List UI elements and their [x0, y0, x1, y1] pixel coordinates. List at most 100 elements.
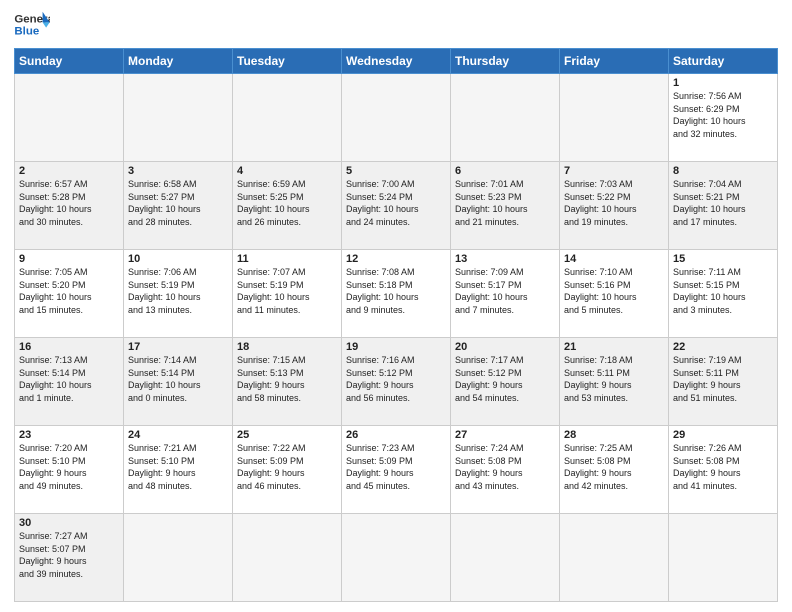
calendar-week-row: 23Sunrise: 7:20 AM Sunset: 5:10 PM Dayli… — [15, 426, 778, 514]
day-number: 17 — [128, 341, 228, 353]
day-info: Sunrise: 7:00 AM Sunset: 5:24 PM Dayligh… — [346, 178, 446, 228]
calendar-week-row: 1Sunrise: 7:56 AM Sunset: 6:29 PM Daylig… — [15, 74, 778, 162]
calendar-cell: 25Sunrise: 7:22 AM Sunset: 5:09 PM Dayli… — [233, 426, 342, 514]
day-info: Sunrise: 7:05 AM Sunset: 5:20 PM Dayligh… — [19, 266, 119, 316]
calendar-cell: 28Sunrise: 7:25 AM Sunset: 5:08 PM Dayli… — [560, 426, 669, 514]
calendar-header-tuesday: Tuesday — [233, 49, 342, 74]
day-info: Sunrise: 7:11 AM Sunset: 5:15 PM Dayligh… — [673, 266, 773, 316]
day-number: 21 — [564, 341, 664, 353]
day-info: Sunrise: 7:56 AM Sunset: 6:29 PM Dayligh… — [673, 90, 773, 140]
calendar-cell — [342, 74, 451, 162]
calendar-cell: 7Sunrise: 7:03 AM Sunset: 5:22 PM Daylig… — [560, 162, 669, 250]
day-info: Sunrise: 7:22 AM Sunset: 5:09 PM Dayligh… — [237, 442, 337, 492]
day-number: 13 — [455, 253, 555, 265]
calendar-cell: 15Sunrise: 7:11 AM Sunset: 5:15 PM Dayli… — [669, 250, 778, 338]
day-info: Sunrise: 7:17 AM Sunset: 5:12 PM Dayligh… — [455, 354, 555, 404]
calendar-header-friday: Friday — [560, 49, 669, 74]
calendar-cell: 30Sunrise: 7:27 AM Sunset: 5:07 PM Dayli… — [15, 514, 124, 602]
day-number: 10 — [128, 253, 228, 265]
day-number: 16 — [19, 341, 119, 353]
day-number: 25 — [237, 429, 337, 441]
day-number: 3 — [128, 165, 228, 177]
calendar-cell: 27Sunrise: 7:24 AM Sunset: 5:08 PM Dayli… — [451, 426, 560, 514]
calendar-cell: 18Sunrise: 7:15 AM Sunset: 5:13 PM Dayli… — [233, 338, 342, 426]
day-number: 29 — [673, 429, 773, 441]
header: General Blue — [14, 10, 778, 40]
day-info: Sunrise: 7:10 AM Sunset: 5:16 PM Dayligh… — [564, 266, 664, 316]
calendar-cell — [15, 74, 124, 162]
calendar-cell: 16Sunrise: 7:13 AM Sunset: 5:14 PM Dayli… — [15, 338, 124, 426]
calendar-cell: 24Sunrise: 7:21 AM Sunset: 5:10 PM Dayli… — [124, 426, 233, 514]
day-info: Sunrise: 6:59 AM Sunset: 5:25 PM Dayligh… — [237, 178, 337, 228]
day-number: 4 — [237, 165, 337, 177]
calendar-cell: 9Sunrise: 7:05 AM Sunset: 5:20 PM Daylig… — [15, 250, 124, 338]
day-number: 12 — [346, 253, 446, 265]
day-info: Sunrise: 7:04 AM Sunset: 5:21 PM Dayligh… — [673, 178, 773, 228]
day-info: Sunrise: 7:09 AM Sunset: 5:17 PM Dayligh… — [455, 266, 555, 316]
day-info: Sunrise: 7:20 AM Sunset: 5:10 PM Dayligh… — [19, 442, 119, 492]
day-info: Sunrise: 6:58 AM Sunset: 5:27 PM Dayligh… — [128, 178, 228, 228]
day-number: 19 — [346, 341, 446, 353]
day-info: Sunrise: 7:21 AM Sunset: 5:10 PM Dayligh… — [128, 442, 228, 492]
calendar-cell: 29Sunrise: 7:26 AM Sunset: 5:08 PM Dayli… — [669, 426, 778, 514]
calendar-cell: 23Sunrise: 7:20 AM Sunset: 5:10 PM Dayli… — [15, 426, 124, 514]
day-info: Sunrise: 7:13 AM Sunset: 5:14 PM Dayligh… — [19, 354, 119, 404]
calendar-week-row: 2Sunrise: 6:57 AM Sunset: 5:28 PM Daylig… — [15, 162, 778, 250]
calendar-cell: 6Sunrise: 7:01 AM Sunset: 5:23 PM Daylig… — [451, 162, 560, 250]
day-info: Sunrise: 7:24 AM Sunset: 5:08 PM Dayligh… — [455, 442, 555, 492]
calendar-header-saturday: Saturday — [669, 49, 778, 74]
day-number: 18 — [237, 341, 337, 353]
day-info: Sunrise: 7:15 AM Sunset: 5:13 PM Dayligh… — [237, 354, 337, 404]
calendar-cell: 12Sunrise: 7:08 AM Sunset: 5:18 PM Dayli… — [342, 250, 451, 338]
calendar-cell: 5Sunrise: 7:00 AM Sunset: 5:24 PM Daylig… — [342, 162, 451, 250]
calendar-cell: 13Sunrise: 7:09 AM Sunset: 5:17 PM Dayli… — [451, 250, 560, 338]
day-number: 9 — [19, 253, 119, 265]
calendar-cell: 3Sunrise: 6:58 AM Sunset: 5:27 PM Daylig… — [124, 162, 233, 250]
day-number: 23 — [19, 429, 119, 441]
day-info: Sunrise: 7:19 AM Sunset: 5:11 PM Dayligh… — [673, 354, 773, 404]
calendar-cell — [233, 74, 342, 162]
calendar-table: SundayMondayTuesdayWednesdayThursdayFrid… — [14, 48, 778, 602]
calendar-cell — [233, 514, 342, 602]
day-number: 20 — [455, 341, 555, 353]
day-info: Sunrise: 7:23 AM Sunset: 5:09 PM Dayligh… — [346, 442, 446, 492]
calendar-cell: 10Sunrise: 7:06 AM Sunset: 5:19 PM Dayli… — [124, 250, 233, 338]
day-number: 6 — [455, 165, 555, 177]
calendar-cell: 22Sunrise: 7:19 AM Sunset: 5:11 PM Dayli… — [669, 338, 778, 426]
day-number: 28 — [564, 429, 664, 441]
day-number: 11 — [237, 253, 337, 265]
calendar-cell: 19Sunrise: 7:16 AM Sunset: 5:12 PM Dayli… — [342, 338, 451, 426]
calendar-header-sunday: Sunday — [15, 49, 124, 74]
day-info: Sunrise: 7:16 AM Sunset: 5:12 PM Dayligh… — [346, 354, 446, 404]
calendar-header-thursday: Thursday — [451, 49, 560, 74]
calendar-cell: 26Sunrise: 7:23 AM Sunset: 5:09 PM Dayli… — [342, 426, 451, 514]
logo: General Blue — [14, 10, 50, 40]
day-number: 15 — [673, 253, 773, 265]
day-number: 30 — [19, 517, 119, 529]
calendar-cell — [342, 514, 451, 602]
calendar-cell: 8Sunrise: 7:04 AM Sunset: 5:21 PM Daylig… — [669, 162, 778, 250]
calendar-cell: 1Sunrise: 7:56 AM Sunset: 6:29 PM Daylig… — [669, 74, 778, 162]
day-number: 2 — [19, 165, 119, 177]
generalblue-logo-icon: General Blue — [14, 10, 50, 40]
calendar-week-row: 30Sunrise: 7:27 AM Sunset: 5:07 PM Dayli… — [15, 514, 778, 602]
day-number: 22 — [673, 341, 773, 353]
calendar-header-row: SundayMondayTuesdayWednesdayThursdayFrid… — [15, 49, 778, 74]
calendar-cell — [124, 74, 233, 162]
day-info: Sunrise: 7:06 AM Sunset: 5:19 PM Dayligh… — [128, 266, 228, 316]
day-info: Sunrise: 7:03 AM Sunset: 5:22 PM Dayligh… — [564, 178, 664, 228]
calendar-cell: 2Sunrise: 6:57 AM Sunset: 5:28 PM Daylig… — [15, 162, 124, 250]
day-info: Sunrise: 7:08 AM Sunset: 5:18 PM Dayligh… — [346, 266, 446, 316]
calendar-cell: 11Sunrise: 7:07 AM Sunset: 5:19 PM Dayli… — [233, 250, 342, 338]
calendar-cell — [669, 514, 778, 602]
day-info: Sunrise: 6:57 AM Sunset: 5:28 PM Dayligh… — [19, 178, 119, 228]
day-info: Sunrise: 7:25 AM Sunset: 5:08 PM Dayligh… — [564, 442, 664, 492]
day-info: Sunrise: 7:07 AM Sunset: 5:19 PM Dayligh… — [237, 266, 337, 316]
calendar-cell — [124, 514, 233, 602]
calendar-week-row: 9Sunrise: 7:05 AM Sunset: 5:20 PM Daylig… — [15, 250, 778, 338]
calendar-header-monday: Monday — [124, 49, 233, 74]
calendar-cell: 20Sunrise: 7:17 AM Sunset: 5:12 PM Dayli… — [451, 338, 560, 426]
day-number: 5 — [346, 165, 446, 177]
day-number: 26 — [346, 429, 446, 441]
day-number: 27 — [455, 429, 555, 441]
